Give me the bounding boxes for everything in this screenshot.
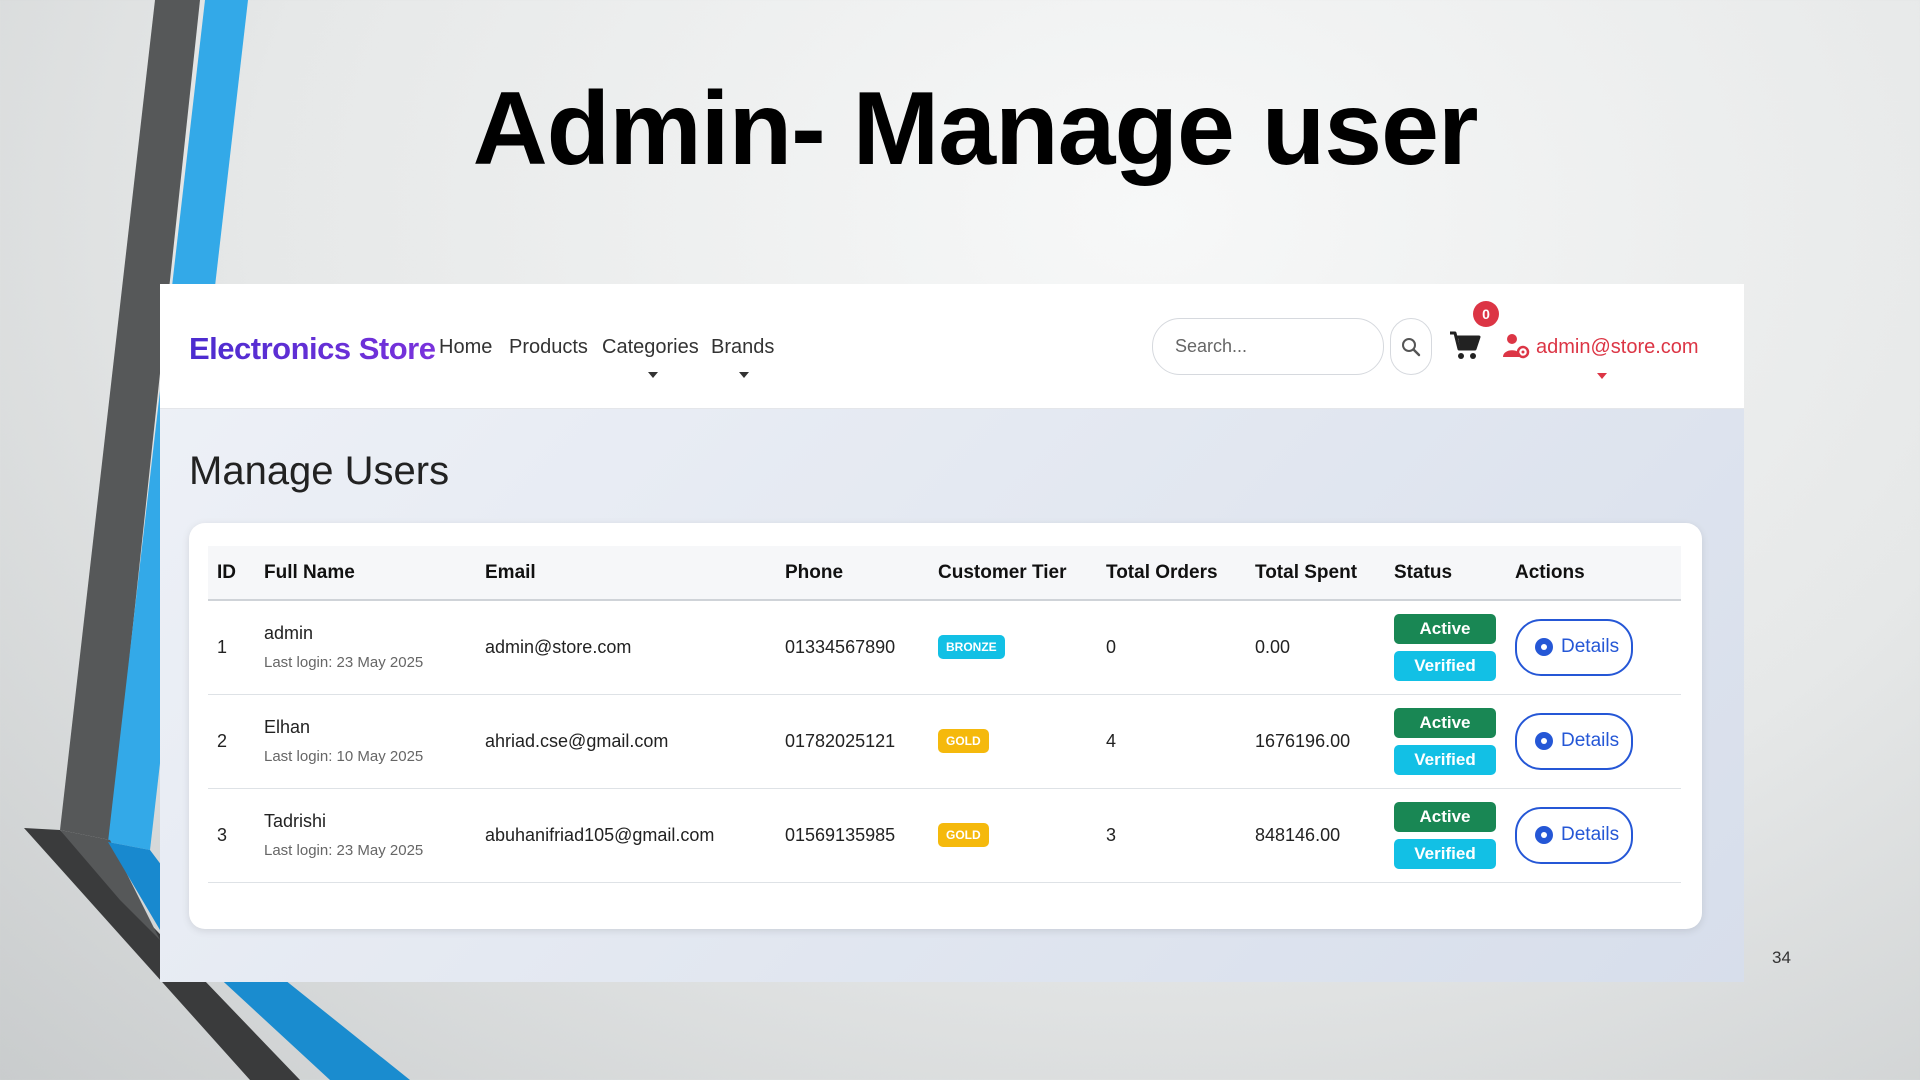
nav-categories[interactable]: Categories — [602, 336, 699, 359]
verified-badge: Verified — [1394, 744, 1496, 775]
brands-caret-icon[interactable] — [739, 372, 749, 378]
col-status: Status — [1385, 546, 1506, 601]
nav-products[interactable]: Products — [509, 336, 588, 359]
details-label: Details — [1561, 636, 1620, 658]
table-row: 3 Tadrishi Last login: 23 May 2025 abuha… — [208, 788, 1681, 883]
table-row: 1 admin Last login: 23 May 2025 admin@st… — [208, 600, 1681, 695]
table-row: 2 Elhan Last login: 10 May 2025 ahriad.c… — [208, 694, 1681, 789]
cell-spent: 0.00 — [1246, 600, 1385, 695]
cell-tier: GOLD — [929, 694, 1097, 789]
user-menu[interactable]: admin@store.com — [1536, 336, 1699, 359]
slide-page-number: 34 — [1772, 948, 1791, 967]
cell-tier: BRONZE — [929, 600, 1097, 695]
cell-status: Active Verified — [1385, 788, 1506, 883]
cell-id: 2 — [208, 694, 255, 789]
status-badge: Active — [1394, 707, 1496, 738]
cell-actions: Details — [1506, 788, 1681, 883]
users-table: ID Full Name Email Phone Customer Tier T… — [208, 546, 1681, 883]
brand-logo[interactable]: Electronics Store — [189, 331, 436, 367]
col-total-spent: Total Spent — [1246, 546, 1385, 601]
user-menu-caret-icon[interactable] — [1597, 373, 1607, 379]
cell-email: ahriad.cse@gmail.com — [476, 694, 776, 789]
user-name: Elhan — [264, 717, 311, 737]
cell-actions: Details — [1506, 600, 1681, 695]
cell-orders: 4 — [1097, 694, 1246, 789]
cell-name: admin Last login: 23 May 2025 — [255, 600, 476, 695]
tier-badge: GOLD — [938, 729, 989, 753]
last-login: Last login: 23 May 2025 — [264, 842, 424, 859]
col-total-orders: Total Orders — [1097, 546, 1246, 601]
last-login: Last login: 10 May 2025 — [264, 748, 424, 765]
page-title: Manage Users — [189, 449, 450, 493]
col-full-name: Full Name — [255, 546, 476, 601]
users-card: ID Full Name Email Phone Customer Tier T… — [189, 523, 1702, 929]
cell-name: Tadrishi Last login: 23 May 2025 — [255, 788, 476, 883]
details-button[interactable]: Details — [1515, 806, 1633, 864]
details-label: Details — [1561, 730, 1620, 751]
user-gear-icon[interactable] — [1502, 331, 1530, 359]
search-input[interactable] — [1152, 318, 1384, 375]
details-label: Details — [1561, 824, 1620, 845]
col-id: ID — [208, 546, 255, 601]
cart-icon[interactable] — [1448, 328, 1482, 362]
search-button[interactable] — [1390, 318, 1432, 375]
status-badge: Active — [1394, 801, 1496, 832]
info-icon — [1535, 732, 1553, 750]
cart-count-badge: 0 — [1473, 301, 1499, 327]
cell-orders: 3 — [1097, 788, 1246, 883]
cell-id: 1 — [208, 600, 255, 695]
info-icon — [1535, 826, 1553, 844]
cell-email: abuhanifriad105@gmail.com — [476, 788, 776, 883]
cell-spent: 848146.00 — [1246, 788, 1385, 883]
cell-name: Elhan Last login: 10 May 2025 — [255, 694, 476, 789]
cell-actions: Details — [1506, 694, 1681, 789]
cell-phone: 01334567890 — [776, 600, 929, 695]
user-name: admin — [264, 623, 314, 644]
cell-spent: 1676196.00 — [1246, 694, 1385, 789]
categories-caret-icon[interactable] — [648, 372, 658, 378]
info-icon — [1535, 638, 1553, 657]
nav-brands[interactable]: Brands — [711, 336, 774, 359]
col-customer-tier: Customer Tier — [929, 546, 1097, 601]
cell-tier: GOLD — [929, 788, 1097, 883]
col-actions: Actions — [1506, 546, 1681, 601]
cell-phone: 01569135985 — [776, 788, 929, 883]
slide-title: Admin- Manage user — [472, 71, 1479, 187]
details-button[interactable]: Details — [1515, 618, 1633, 676]
navbar: Electronics Store Home Products Categori… — [160, 284, 1744, 409]
tier-badge: BRONZE — [938, 635, 1005, 660]
status-badge: Active — [1394, 613, 1496, 644]
last-login: Last login: 23 May 2025 — [264, 654, 424, 672]
nav-home[interactable]: Home — [439, 336, 492, 359]
table-header-row: ID Full Name Email Phone Customer Tier T… — [208, 546, 1681, 601]
app-screenshot: Electronics Store Home Products Categori… — [160, 284, 1744, 982]
col-email: Email — [476, 546, 776, 601]
cell-email: admin@store.com — [476, 600, 776, 695]
cell-phone: 01782025121 — [776, 694, 929, 789]
tier-badge: GOLD — [938, 823, 989, 847]
user-name: Tadrishi — [264, 811, 327, 831]
verified-badge: Verified — [1394, 650, 1496, 681]
col-phone: Phone — [776, 546, 929, 601]
cell-status: Active Verified — [1385, 600, 1506, 695]
verified-badge: Verified — [1394, 838, 1496, 869]
details-button[interactable]: Details — [1515, 712, 1633, 770]
cell-status: Active Verified — [1385, 694, 1506, 789]
cell-orders: 0 — [1097, 600, 1246, 695]
search-icon — [1402, 337, 1421, 356]
cell-id: 3 — [208, 788, 255, 883]
